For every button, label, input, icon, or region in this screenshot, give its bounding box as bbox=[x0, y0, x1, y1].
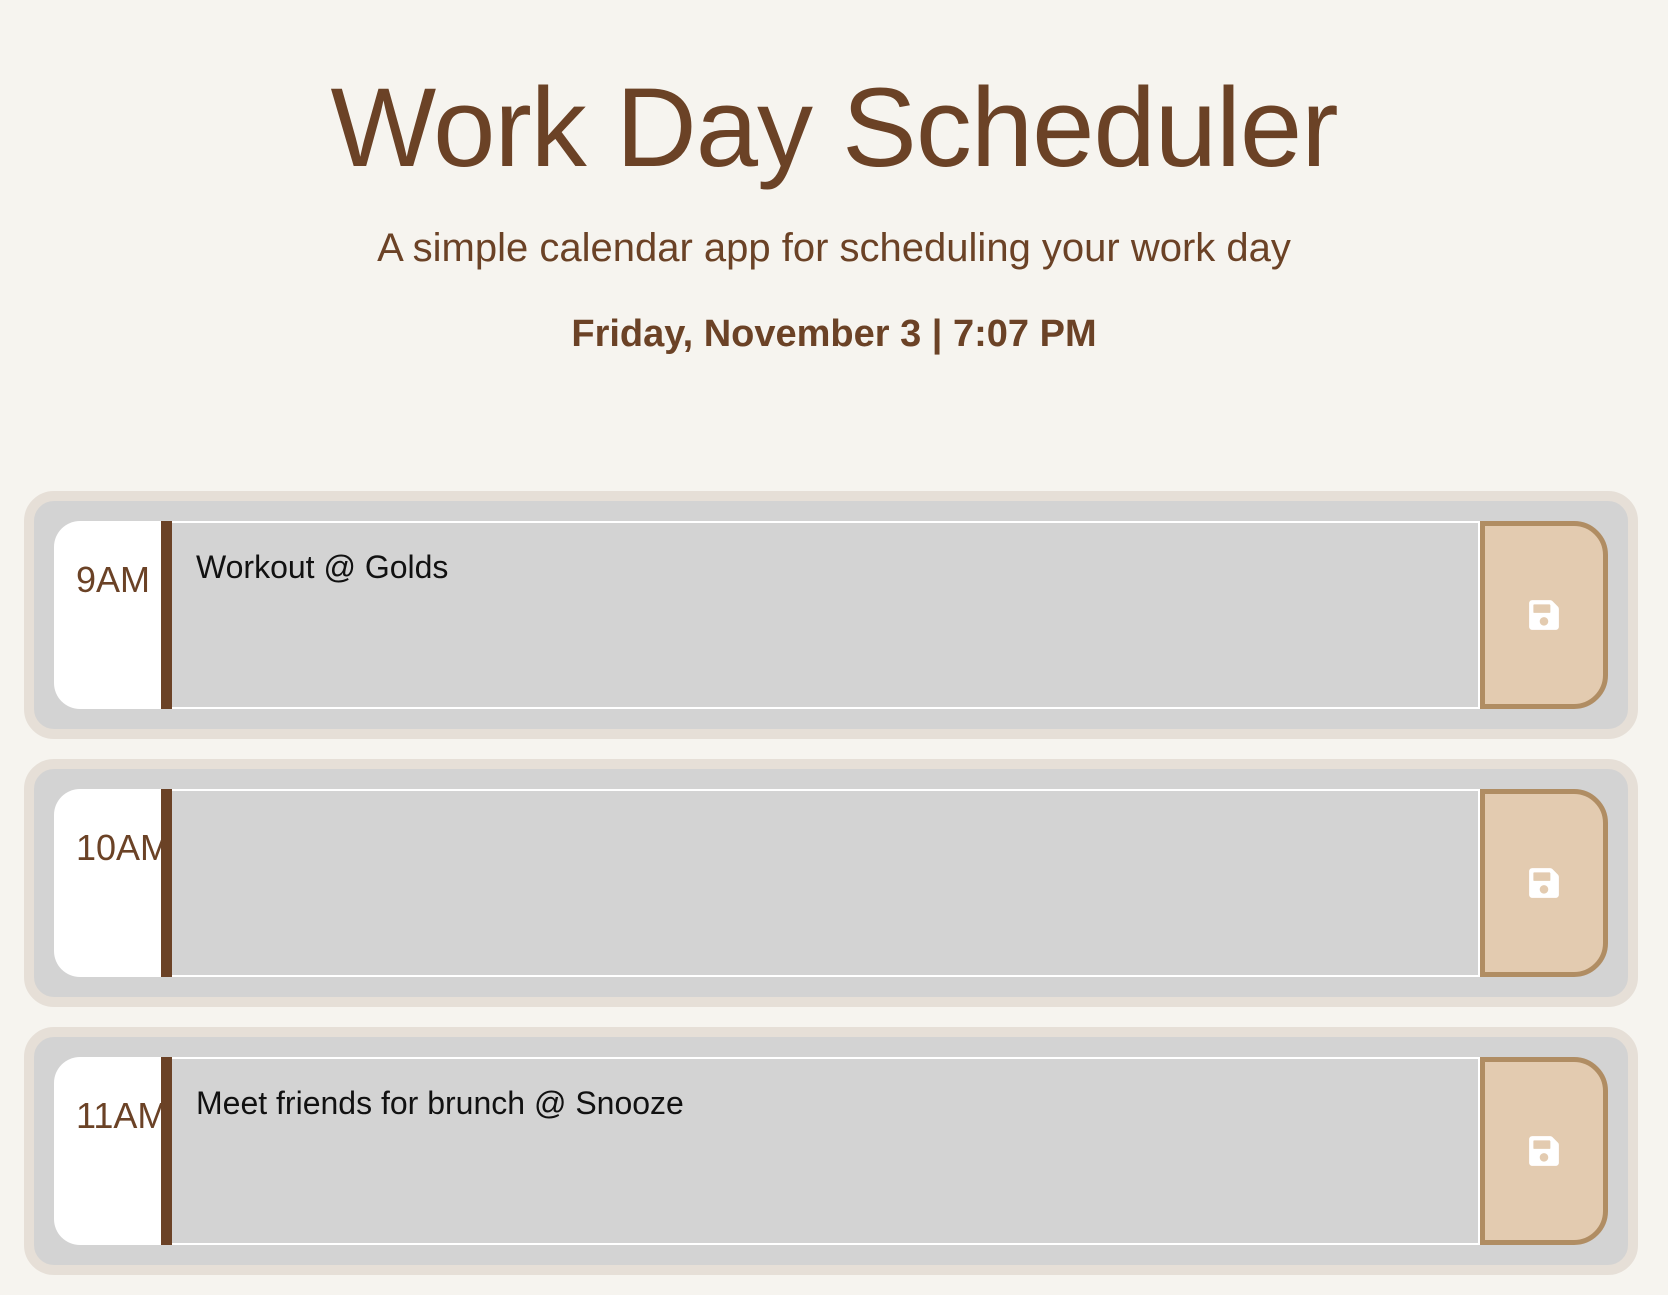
page-header: Work Day Scheduler A simple calendar app… bbox=[0, 0, 1668, 356]
save-button[interactable] bbox=[1480, 521, 1608, 709]
time-block-9am: 9AM Workout @ Golds bbox=[24, 491, 1638, 739]
page-subtitle: A simple calendar app for scheduling you… bbox=[377, 226, 1291, 270]
save-button[interactable] bbox=[1480, 789, 1608, 977]
event-description-input[interactable]: Meet friends for brunch @ Snooze bbox=[172, 1057, 1480, 1245]
time-block-row: 9AM Workout @ Golds bbox=[54, 521, 1608, 709]
event-description-input[interactable]: Workout @ Golds bbox=[172, 521, 1480, 709]
floppy-disk-icon bbox=[1529, 868, 1559, 898]
hour-label: 11AM bbox=[54, 1057, 172, 1245]
time-block-row: 10AM bbox=[54, 789, 1608, 977]
save-button[interactable] bbox=[1480, 1057, 1608, 1245]
time-block-10am: 10AM bbox=[24, 759, 1638, 1007]
hour-label: 9AM bbox=[54, 521, 172, 709]
time-block-11am: 11AM Meet friends for brunch @ Snooze bbox=[24, 1027, 1638, 1275]
time-block-list: 9AM Workout @ Golds 10AM 11AM Meet frien… bbox=[24, 491, 1638, 1295]
time-block-row: 11AM Meet friends for brunch @ Snooze bbox=[54, 1057, 1608, 1245]
page-title: Work Day Scheduler bbox=[330, 65, 1338, 190]
current-day: Friday, November 3 | 7:07 PM bbox=[571, 313, 1097, 355]
event-description-input[interactable] bbox=[172, 789, 1480, 977]
hour-label: 10AM bbox=[54, 789, 172, 977]
floppy-disk-icon bbox=[1529, 1136, 1559, 1166]
floppy-disk-icon bbox=[1529, 600, 1559, 630]
